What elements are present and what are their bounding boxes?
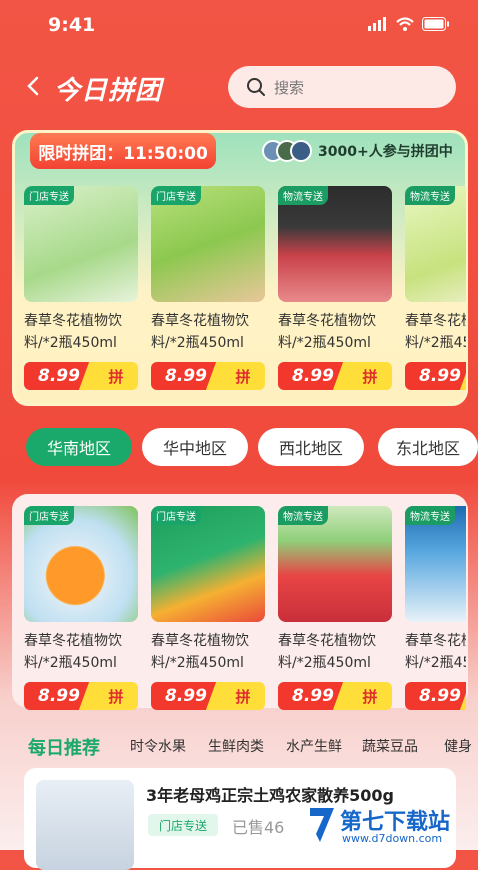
product-card[interactable]: 物流专送 春草冬花植物饮料/*2瓶450ml 8.99 拼 xyxy=(405,506,466,732)
back-icon[interactable] xyxy=(22,74,46,98)
product-card[interactable]: 门店专送 春草冬花植物饮料/*2瓶450ml 8.99 拼 xyxy=(151,506,265,732)
status-time: 9:41 xyxy=(48,14,96,36)
product-card[interactable]: 门店专送 春草冬花植物饮料/*2瓶450ml 8.99 拼 xyxy=(24,506,138,732)
delivery-tag: 门店专送 xyxy=(151,186,201,205)
flash-timer: 限时拼团：11:50:00 xyxy=(30,133,216,169)
product-image: 物流专送 xyxy=(278,186,392,302)
recommend-image xyxy=(36,780,134,870)
delivery-tag: 门店专送 xyxy=(151,506,201,525)
wifi-icon xyxy=(396,17,414,31)
price-row[interactable]: 8.99 拼 xyxy=(405,682,466,710)
region-tab[interactable]: 东北地区 xyxy=(378,428,478,466)
search-icon xyxy=(247,78,265,96)
product-card[interactable]: 物流专送 春草冬花植物饮料/*2瓶450ml 8.99 拼 xyxy=(278,186,392,412)
price-row[interactable]: 8.99 拼 xyxy=(151,362,265,390)
delivery-tag: 物流专送 xyxy=(405,186,455,205)
region-tab[interactable]: 华中地区 xyxy=(142,428,248,466)
product-card[interactable]: 门店专送 春草冬花植物饮料/*2瓶450ml 8.99 拼 xyxy=(24,186,138,412)
region-tab[interactable]: 西北地区 xyxy=(258,428,364,466)
recommend-sold: 已售46 xyxy=(232,818,285,837)
category-tab[interactable]: 健身 xyxy=(444,736,478,756)
category-tab[interactable]: 水产生鲜 xyxy=(286,736,342,756)
product-image: 物流专送 xyxy=(405,186,466,302)
product-name: 春草冬花植物饮料/*2瓶450ml xyxy=(405,313,466,351)
avatar xyxy=(290,140,312,162)
price-row[interactable]: 8.99 拼 xyxy=(24,362,138,390)
product-image: 物流专送 xyxy=(278,506,392,622)
category-tab[interactable]: 时令水果 xyxy=(130,736,186,756)
product-price: 8.99 xyxy=(405,362,466,390)
price-row[interactable]: 8.99 拼 xyxy=(405,362,466,390)
product-name: 春草冬花植物饮料/*2瓶450ml xyxy=(405,633,466,671)
product-image: 物流专送 xyxy=(405,506,466,622)
watermark-url: www.d7down.com xyxy=(342,832,443,845)
delivery-tag: 物流专送 xyxy=(278,186,328,205)
watermark-logo-icon xyxy=(310,808,334,842)
page-title: 今日拼团 xyxy=(54,76,163,106)
product-image: 门店专送 xyxy=(24,506,138,622)
category-tab[interactable]: 蔬菜豆品 xyxy=(362,736,418,756)
delivery-tag: 门店专送 xyxy=(24,186,74,205)
avatar-group xyxy=(262,140,312,162)
product-card[interactable]: 门店专送 春草冬花植物饮料/*2瓶450ml 8.99 拼 xyxy=(151,186,265,412)
recommend-title: 3年老母鸡正宗土鸡农家散养500g xyxy=(146,786,394,805)
category-tab[interactable]: 生鲜肉类 xyxy=(208,736,264,756)
product-image: 门店专送 xyxy=(24,186,138,302)
battery-icon xyxy=(422,17,449,31)
participants-count: 3000+人参与拼团中 xyxy=(318,144,453,160)
price-row[interactable]: 8.99 拼 xyxy=(151,682,265,710)
product-name: 春草冬花植物饮料/*2瓶450ml xyxy=(24,633,122,671)
daily-recommend-title: 每日推荐 xyxy=(28,738,100,759)
search-input[interactable]: 搜索 xyxy=(228,66,456,108)
product-card[interactable]: 物流专送 春草冬花植物饮料/*2瓶450ml 8.99 拼 xyxy=(278,506,392,732)
delivery-tag: 物流专送 xyxy=(405,506,455,525)
search-placeholder: 搜索 xyxy=(274,78,305,97)
product-price: 8.99 xyxy=(405,682,466,710)
signal-icon xyxy=(368,17,386,31)
delivery-tag: 物流专送 xyxy=(278,506,328,525)
price-row[interactable]: 8.99 拼 xyxy=(278,682,392,710)
participants-info: 3000+人参与拼团中 xyxy=(262,138,453,164)
region-tab[interactable]: 华南地区 xyxy=(26,428,132,466)
price-row[interactable]: 8.99 拼 xyxy=(278,362,392,390)
delivery-tag: 门店专送 xyxy=(24,506,74,525)
product-name: 春草冬花植物饮料/*2瓶450ml xyxy=(278,633,376,671)
recommend-tag: 门店专送 xyxy=(148,814,218,836)
product-name: 春草冬花植物饮料/*2瓶450ml xyxy=(151,633,249,671)
product-name: 春草冬花植物饮料/*2瓶450ml xyxy=(151,313,249,351)
product-image: 门店专送 xyxy=(151,186,265,302)
product-name: 春草冬花植物饮料/*2瓶450ml xyxy=(24,313,122,351)
product-image: 门店专送 xyxy=(151,506,265,622)
product-card[interactable]: 物流专送 春草冬花植物饮料/*2瓶450ml 8.99 拼 xyxy=(405,186,466,412)
price-row[interactable]: 8.99 拼 xyxy=(24,682,138,710)
status-icons xyxy=(368,17,450,31)
product-name: 春草冬花植物饮料/*2瓶450ml xyxy=(278,313,376,351)
